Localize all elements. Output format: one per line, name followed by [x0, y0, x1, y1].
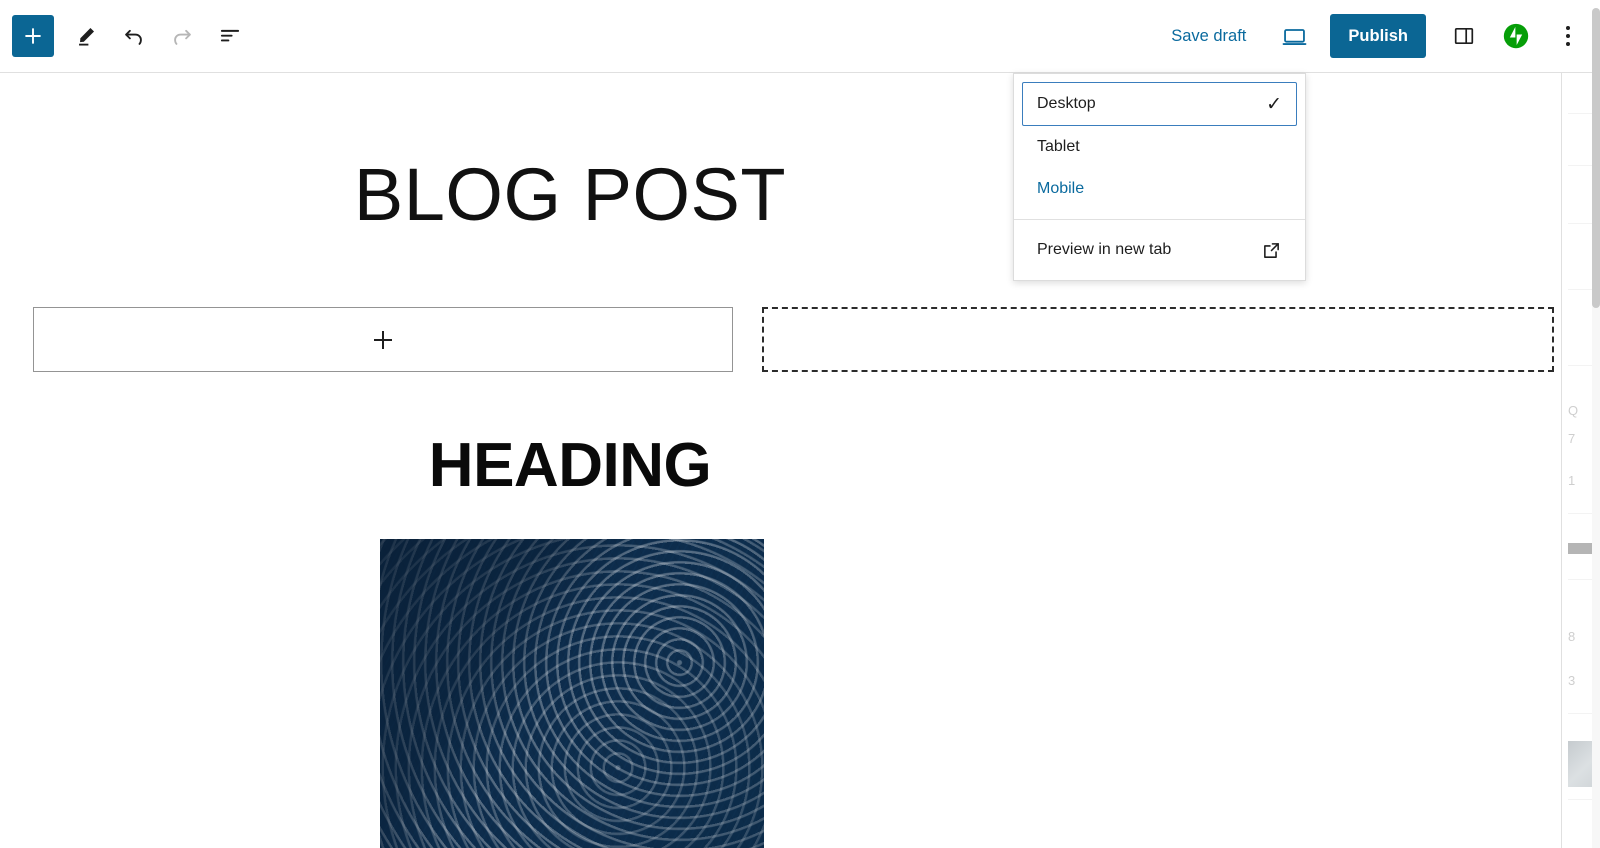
- menu-item-desktop[interactable]: Desktop ✓: [1022, 82, 1297, 126]
- pencil-edit-icon: [79, 27, 95, 46]
- wordpress-block-editor: Save draft Publish BLOG POST HEADING Q 7…: [0, 0, 1600, 848]
- redo-button[interactable]: [158, 12, 206, 60]
- document-outline-icon: [220, 29, 240, 42]
- menu-item-tablet[interactable]: Tablet: [1022, 126, 1297, 168]
- ocean-shadow-overlay: [380, 539, 764, 848]
- undo-button[interactable]: [110, 12, 158, 60]
- check-icon: ✓: [1266, 93, 1282, 115]
- preview-button[interactable]: [1270, 12, 1318, 60]
- sidebar-panel-icon: [1454, 27, 1474, 45]
- document-details-button[interactable]: [206, 12, 254, 60]
- toolbar-right-group: Save draft Publish: [1157, 12, 1600, 60]
- desktop-preview-icon: [1282, 28, 1307, 45]
- menu-item-preview-new-tab[interactable]: Preview in new tab: [1022, 229, 1297, 271]
- section-heading[interactable]: HEADING: [0, 435, 1140, 497]
- save-draft-button[interactable]: Save draft: [1157, 19, 1260, 54]
- menu-item-tablet-label: Tablet: [1037, 138, 1080, 155]
- add-block-button[interactable]: [12, 15, 54, 57]
- editor-canvas: BLOG POST HEADING: [0, 73, 1561, 848]
- more-options-button[interactable]: [1546, 12, 1590, 60]
- plus-icon: [374, 330, 392, 349]
- editor-top-toolbar: Save draft Publish: [0, 0, 1600, 73]
- tools-button[interactable]: [62, 12, 110, 60]
- plus-icon: [25, 28, 41, 44]
- vertical-scrollbar-thumb[interactable]: [1592, 8, 1600, 308]
- jetpack-logo-icon: [1503, 23, 1529, 49]
- post-title[interactable]: BLOG POST: [0, 158, 1140, 232]
- undo-arrow-icon: [125, 29, 142, 45]
- external-link-icon: [1264, 242, 1279, 258]
- columns-block: [0, 307, 1561, 373]
- toolbar-left-group: [0, 12, 254, 60]
- preview-device-group: Desktop ✓ Tablet Mobile: [1014, 82, 1305, 219]
- menu-item-desktop-label: Desktop: [1037, 95, 1096, 112]
- empty-column-dashed[interactable]: [762, 307, 1554, 372]
- menu-item-mobile-label: Mobile: [1037, 180, 1085, 197]
- jetpack-button[interactable]: [1494, 12, 1538, 60]
- more-vertical-dots-icon: [1566, 26, 1570, 46]
- empty-column-appender[interactable]: [33, 307, 733, 372]
- preview-footer-group: Preview in new tab: [1014, 220, 1305, 280]
- image-block[interactable]: [380, 539, 764, 848]
- preview-dropdown-menu: Desktop ✓ Tablet Mobile Preview in new t…: [1013, 73, 1306, 281]
- redo-arrow-icon: [174, 29, 191, 45]
- publish-button[interactable]: Publish: [1330, 14, 1426, 58]
- menu-item-mobile[interactable]: Mobile: [1022, 168, 1297, 210]
- menu-item-preview-new-tab-label: Preview in new tab: [1037, 241, 1172, 258]
- settings-sidebar-button[interactable]: [1440, 12, 1488, 60]
